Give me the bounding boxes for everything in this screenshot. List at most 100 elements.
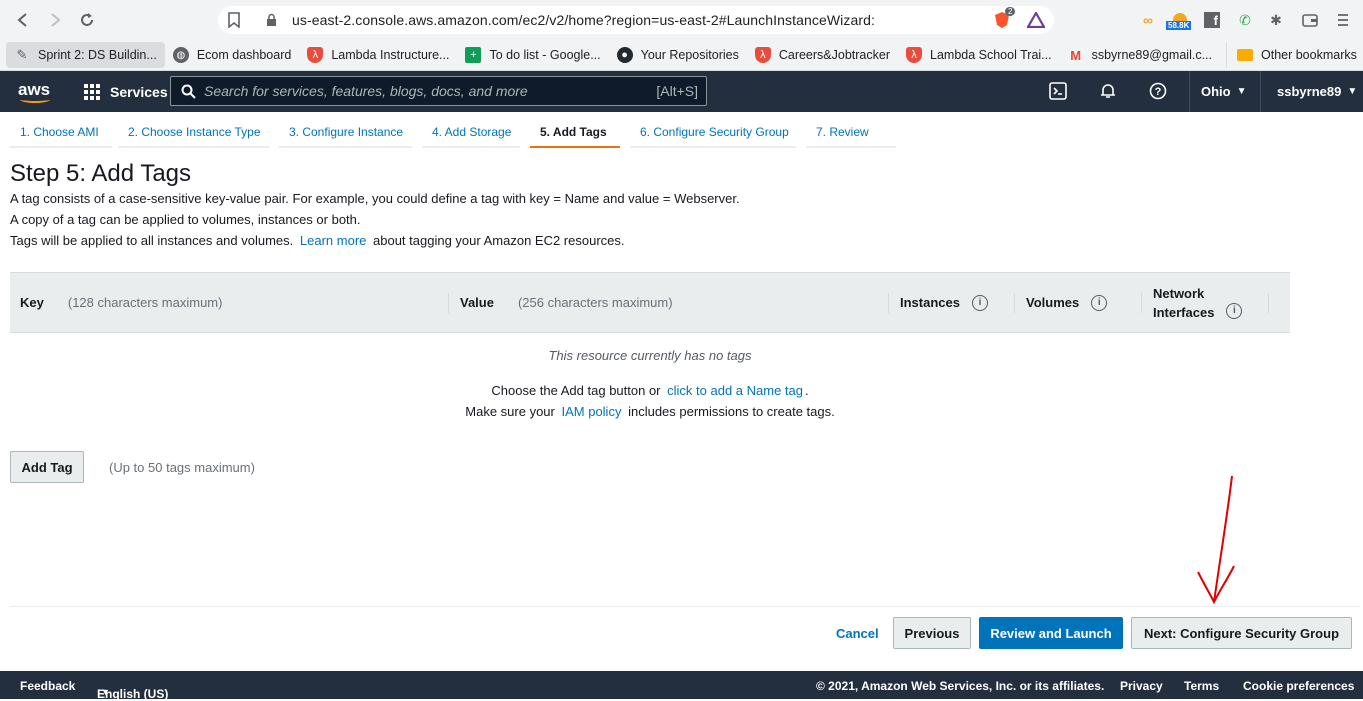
column-value: Value (256 characters maximum) bbox=[460, 273, 673, 332]
choose-period: . bbox=[805, 383, 809, 398]
gmail-icon: M bbox=[1070, 47, 1082, 63]
next-configure-security-group-button[interactable]: Next: Configure Security Group bbox=[1131, 617, 1352, 649]
iam-text: includes permissions to create tags. bbox=[628, 404, 835, 419]
bookmark-star-icon[interactable] bbox=[228, 12, 240, 33]
info-icon[interactable]: i bbox=[1091, 294, 1108, 311]
column-volumes-label: Volumes bbox=[1026, 295, 1080, 310]
globe-icon: ◍ bbox=[172, 47, 189, 63]
bookmark-label: ssbyrne89@gmail.c... bbox=[1091, 48, 1212, 62]
bookmarks-bar: ✎ Sprint 2: DS Buildin... ◍ Ecom dashboa… bbox=[0, 40, 1363, 71]
tags-table-header: Key (128 characters maximum) Value (256 … bbox=[10, 272, 1290, 333]
bookmark-ecom[interactable]: ◍ Ecom dashboard bbox=[165, 42, 300, 68]
bookmark-label: Ecom dashboard bbox=[196, 48, 292, 62]
puzzle-extensions-icon[interactable]: ✱ bbox=[1266, 10, 1286, 30]
wizard-steps: 1. Choose AMI 2. Choose Instance Type 3.… bbox=[0, 112, 1363, 152]
bookmark-lambda-instructure[interactable]: λ Lambda Instructure... bbox=[299, 42, 457, 68]
bookmark-sprint[interactable]: ✎ Sprint 2: DS Buildin... bbox=[6, 42, 165, 68]
step-configure-instance[interactable]: 3. Configure Instance bbox=[279, 120, 412, 148]
back-icon[interactable] bbox=[12, 9, 34, 31]
column-divider bbox=[888, 293, 889, 313]
choose-text: Choose the Add tag button or bbox=[491, 383, 661, 398]
caret-down-icon: ▼ bbox=[101, 687, 110, 697]
bookmark-careers[interactable]: λ Careers&Jobtracker bbox=[747, 42, 898, 68]
cookie-preferences-link[interactable]: Cookie preferences bbox=[1243, 679, 1354, 693]
aws-search-box[interactable]: [Alt+S] bbox=[170, 76, 707, 106]
network-label-line-2: Interfaces bbox=[1153, 304, 1215, 320]
extension-badge-icon[interactable]: 58.8K bbox=[1166, 10, 1192, 30]
account-menu[interactable]: ssbyrne89 ▼ bbox=[1260, 71, 1357, 112]
github-icon: ● bbox=[616, 47, 633, 63]
address-bar[interactable]: us-east-2.console.aws.amazon.com/ec2/v2/… bbox=[218, 6, 1054, 34]
lambda-icon: λ bbox=[754, 47, 771, 63]
help-icon[interactable]: ? bbox=[1149, 82, 1167, 105]
services-label: Services bbox=[110, 83, 168, 100]
facebook-icon[interactable]: f bbox=[1202, 10, 1222, 30]
previous-button[interactable]: Previous bbox=[893, 617, 971, 649]
bookmark-todo[interactable]: + To do list - Google... bbox=[457, 42, 608, 68]
review-and-launch-button[interactable]: Review and Launch bbox=[979, 617, 1123, 649]
search-icon bbox=[181, 84, 196, 99]
add-tag-hint: (Up to 50 tags maximum) bbox=[109, 460, 255, 475]
reload-icon[interactable] bbox=[76, 9, 98, 31]
cancel-link[interactable]: Cancel bbox=[836, 626, 879, 641]
extension-link-icon[interactable]: ∞ bbox=[1138, 10, 1158, 30]
step-add-storage[interactable]: 4. Add Storage bbox=[422, 120, 520, 148]
iam-text: Make sure your bbox=[465, 404, 555, 419]
step-add-tags[interactable]: 5. Add Tags bbox=[530, 120, 620, 148]
terms-link[interactable]: Terms bbox=[1184, 679, 1219, 693]
column-network-interfaces: Network Interfaces i bbox=[1153, 273, 1243, 332]
column-key-label: Key bbox=[20, 295, 44, 310]
copyright-text: © 2021, Amazon Web Services, Inc. or its… bbox=[816, 679, 1105, 693]
add-tag-button[interactable]: Add Tag bbox=[10, 451, 84, 483]
column-instances-label: Instances bbox=[900, 295, 960, 310]
bookmark-label: Lambda School Trai... bbox=[930, 48, 1052, 62]
column-value-hint: (256 characters maximum) bbox=[517, 295, 673, 310]
description-text: Tags will be applied to all instances an… bbox=[10, 233, 294, 248]
brave-rewards-icon[interactable] bbox=[1026, 10, 1046, 30]
other-bookmarks[interactable]: Other bookmarks bbox=[1226, 42, 1363, 68]
step-choose-ami[interactable]: 1. Choose AMI bbox=[10, 120, 112, 148]
notifications-bell-icon[interactable] bbox=[1099, 82, 1117, 105]
phone-extension-icon[interactable]: ✆ bbox=[1235, 10, 1255, 30]
step-review[interactable]: 7. Review bbox=[806, 120, 896, 148]
feedback-link[interactable]: Feedback bbox=[20, 679, 75, 693]
add-name-tag-link[interactable]: click to add a Name tag bbox=[667, 383, 803, 398]
column-divider bbox=[1014, 293, 1015, 313]
lock-icon bbox=[266, 13, 277, 32]
choose-add-tag-line: Choose the Add tag button or click to ad… bbox=[10, 383, 1290, 398]
network-label-line-1: Network bbox=[1153, 285, 1205, 301]
bookmark-lambda-school[interactable]: λ Lambda School Trai... bbox=[898, 42, 1060, 68]
folder-icon bbox=[1237, 49, 1253, 61]
cloudshell-icon[interactable] bbox=[1049, 82, 1067, 105]
iam-policy-line: Make sure your IAM policy includes permi… bbox=[10, 404, 1290, 419]
forward-icon[interactable] bbox=[44, 9, 66, 31]
action-divider bbox=[10, 606, 1360, 607]
info-icon[interactable]: i bbox=[971, 294, 988, 311]
services-menu[interactable]: Services bbox=[84, 83, 168, 100]
step-configure-security-group[interactable]: 6. Configure Security Group bbox=[630, 120, 796, 148]
bookmark-repositories[interactable]: ● Your Repositories bbox=[609, 42, 747, 68]
column-key-hint: (128 characters maximum) bbox=[67, 295, 223, 310]
wallet-icon[interactable] bbox=[1300, 10, 1320, 30]
search-input[interactable] bbox=[204, 83, 644, 99]
region-selector[interactable]: Ohio ▼ bbox=[1189, 71, 1247, 112]
aws-logo[interactable]: aws bbox=[18, 78, 54, 106]
column-divider bbox=[1141, 293, 1142, 313]
description-line-1: A tag consists of a case-sensitive key-v… bbox=[10, 191, 740, 206]
svg-text:?: ? bbox=[1155, 86, 1162, 98]
account-label: ssbyrne89 bbox=[1277, 84, 1342, 99]
learn-more-link[interactable]: Learn more bbox=[300, 233, 366, 248]
privacy-link[interactable]: Privacy bbox=[1120, 679, 1163, 693]
bookmark-gmail[interactable]: M ssbyrne89@gmail.c... bbox=[1060, 42, 1220, 68]
description-line-2: A copy of a tag can be applied to volume… bbox=[10, 212, 361, 227]
brave-shield-icon[interactable]: 2 bbox=[992, 7, 1016, 30]
description-text: about tagging your Amazon EC2 resources. bbox=[373, 233, 625, 248]
menu-icon[interactable] bbox=[1333, 10, 1353, 30]
step-choose-instance-type[interactable]: 2. Choose Instance Type bbox=[118, 120, 269, 148]
aws-smile-icon bbox=[20, 96, 50, 103]
aws-footer: Feedback English (US) ▼ © 2021, Amazon W… bbox=[0, 671, 1363, 701]
iam-policy-link[interactable]: IAM policy bbox=[561, 404, 621, 419]
info-icon[interactable]: i bbox=[1226, 302, 1243, 319]
column-divider bbox=[448, 293, 449, 313]
page-title: Step 5: Add Tags bbox=[10, 160, 192, 187]
